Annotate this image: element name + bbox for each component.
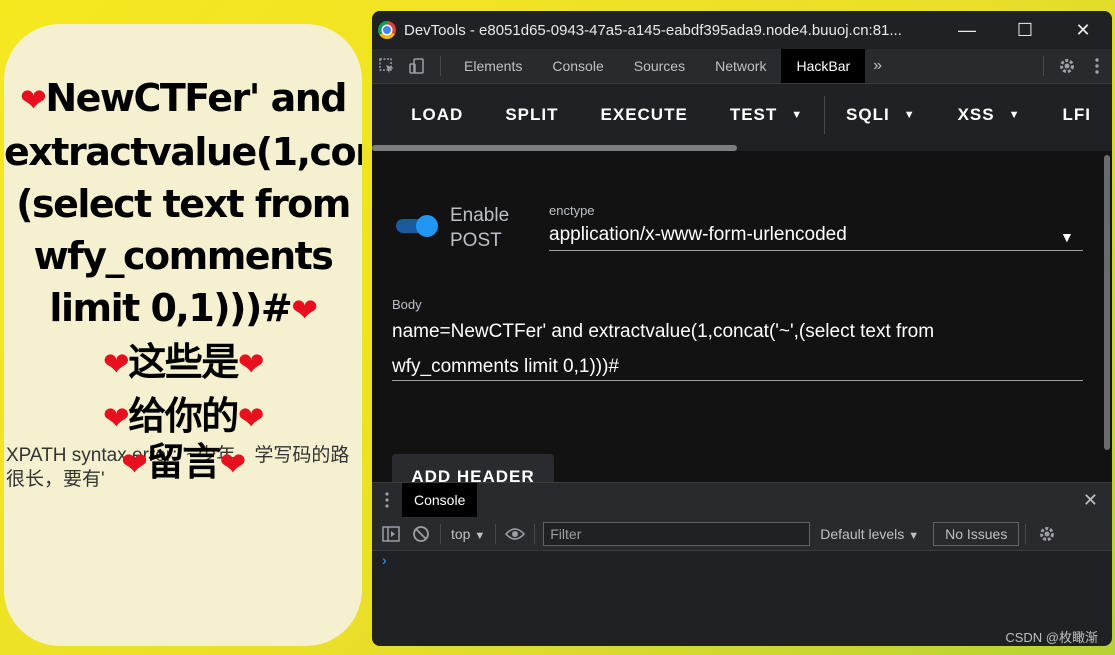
body-label: Body bbox=[392, 297, 422, 312]
no-issues-button[interactable]: No Issues bbox=[933, 521, 1020, 546]
heart-icon: ❤ bbox=[121, 445, 148, 483]
sidebar-toggle-icon[interactable] bbox=[376, 517, 406, 550]
message-row: 这些是 bbox=[128, 340, 239, 384]
window-title: DevTools - e8051d65-0943-47a5-a145-eabdf… bbox=[404, 21, 902, 39]
tab-hackbar[interactable]: HackBar bbox=[781, 49, 866, 83]
vertical-scrollbar[interactable] bbox=[1104, 155, 1110, 450]
heart-icon: ❤ bbox=[237, 399, 265, 437]
console-prompt-icon[interactable]: › bbox=[382, 552, 387, 568]
minimize-button[interactable]: — bbox=[938, 11, 996, 49]
injected-message: ❤NewCTFer' and extractvalue(1,con (selec… bbox=[4, 72, 362, 444]
xss-label: XSS bbox=[957, 105, 995, 124]
devtools-window: DevTools - e8051d65-0943-47a5-a145-eabdf… bbox=[372, 11, 1112, 646]
inspect-element-icon[interactable] bbox=[372, 49, 402, 83]
console-toolbar: top ▼ Filter Default levels ▼ No Issues bbox=[372, 517, 1112, 551]
drawer-tabbar: Console ✕ bbox=[372, 482, 1112, 518]
watermark: CSDN @枚瞰渐 bbox=[1005, 630, 1098, 645]
close-button[interactable]: ✕ bbox=[1054, 11, 1112, 49]
execute-label: EXECUTE bbox=[600, 105, 688, 124]
kebab-menu-icon[interactable] bbox=[1082, 49, 1112, 83]
tab-sources[interactable]: Sources bbox=[619, 49, 700, 83]
test-label: TEST bbox=[729, 105, 778, 124]
xss-button[interactable]: XSS ▼ bbox=[937, 84, 1042, 146]
enctype-label: enctype bbox=[549, 203, 595, 218]
body-textarea[interactable]: name=NewCTFer' and extractvalue(1,concat… bbox=[392, 314, 992, 384]
sqli-button[interactable]: SQLI ▼ bbox=[825, 84, 937, 146]
caret-down-icon[interactable]: ▼ bbox=[1060, 229, 1074, 245]
load-button[interactable]: LOAD bbox=[390, 84, 484, 146]
heart-icon: ❤ bbox=[102, 399, 130, 437]
caret-down-icon: ▼ bbox=[791, 109, 804, 121]
device-toggle-icon[interactable] bbox=[402, 49, 432, 83]
eye-icon[interactable] bbox=[500, 517, 530, 550]
drawer-menu-icon[interactable] bbox=[372, 484, 402, 517]
enable-post-toggle[interactable] bbox=[394, 215, 442, 237]
split-label: SPLIT bbox=[505, 105, 559, 124]
settings-gear-icon[interactable] bbox=[1052, 49, 1082, 83]
title-bar[interactable]: DevTools - e8051d65-0943-47a5-a145-eabdf… bbox=[372, 11, 1112, 49]
heart-icon: ❤ bbox=[237, 345, 265, 383]
drawer-tab-console[interactable]: Console bbox=[402, 483, 478, 517]
context-select[interactable]: top ▼ bbox=[445, 526, 491, 542]
sqli-label: SQLI bbox=[846, 105, 890, 124]
body-line: wfy_comments limit 0,1)))# bbox=[392, 356, 619, 377]
context-label: top bbox=[451, 525, 471, 542]
heart-icon: ❤ bbox=[102, 345, 130, 383]
message-row: 给你的 bbox=[128, 394, 239, 438]
maximize-button[interactable]: ☐ bbox=[996, 11, 1054, 49]
clear-console-icon[interactable] bbox=[406, 517, 436, 550]
message-row: NewCTFer' and bbox=[45, 76, 347, 120]
message-row: limit 0,1)))# bbox=[49, 286, 292, 330]
lfi-button[interactable]: LFI bbox=[1042, 84, 1113, 146]
enable-post-label: Enable POST bbox=[450, 203, 509, 253]
heart-icon: ❤ bbox=[291, 291, 318, 329]
levels-label: Default levels bbox=[820, 525, 905, 542]
page-card: ❤NewCTFer' and extractvalue(1,con (selec… bbox=[4, 24, 362, 646]
tab-console[interactable]: Console bbox=[537, 49, 618, 83]
injected-message-tail: ❤留言❤ bbox=[4, 436, 362, 490]
test-button[interactable]: TEST ▼ bbox=[709, 84, 824, 146]
drawer-close-icon[interactable]: ✕ bbox=[1083, 483, 1098, 517]
default-levels-select[interactable]: Default levels ▼ bbox=[820, 526, 919, 542]
caret-down-icon: ▼ bbox=[908, 529, 920, 542]
chrome-icon bbox=[378, 21, 396, 39]
message-row: wfy_comments bbox=[33, 234, 334, 278]
caret-down-icon: ▼ bbox=[474, 529, 486, 542]
add-header-button[interactable]: ADD HEADER bbox=[392, 454, 554, 482]
message-row: (select text from bbox=[16, 182, 351, 226]
body-line: name=NewCTFer' and extractvalue(1,concat… bbox=[392, 321, 935, 342]
message-row: 留言 bbox=[146, 440, 221, 484]
post-label: POST bbox=[450, 230, 502, 251]
caret-down-icon: ▼ bbox=[903, 109, 916, 121]
load-label: LOAD bbox=[411, 105, 464, 124]
console-settings-gear-icon[interactable] bbox=[1032, 517, 1062, 550]
lfi-label: LFI bbox=[1062, 105, 1091, 124]
more-tabs-icon[interactable]: » bbox=[865, 49, 890, 83]
filter-input[interactable]: Filter bbox=[543, 521, 811, 546]
hackbar-content: Enable POST enctype application/x-www-fo… bbox=[372, 151, 1112, 482]
message-row: extractvalue(1,con bbox=[4, 130, 362, 174]
tab-network[interactable]: Network bbox=[700, 49, 781, 83]
execute-button[interactable]: EXECUTE bbox=[580, 84, 709, 146]
heart-icon: ❤ bbox=[219, 445, 247, 483]
caret-down-icon: ▼ bbox=[1008, 109, 1021, 121]
heart-icon: ❤ bbox=[20, 81, 47, 119]
hackbar-toolbar: LOAD SPLIT EXECUTE TEST ▼ SQLI ▼ XSS ▼ LFI bbox=[372, 84, 1112, 146]
devtools-tabbar: Elements Console Sources Network HackBar… bbox=[372, 49, 1112, 84]
enable-label: Enable bbox=[450, 205, 510, 226]
split-button[interactable]: SPLIT bbox=[484, 84, 579, 146]
tab-elements[interactable]: Elements bbox=[449, 49, 537, 83]
enctype-select[interactable]: application/x-www-form-urlencoded bbox=[549, 224, 847, 246]
